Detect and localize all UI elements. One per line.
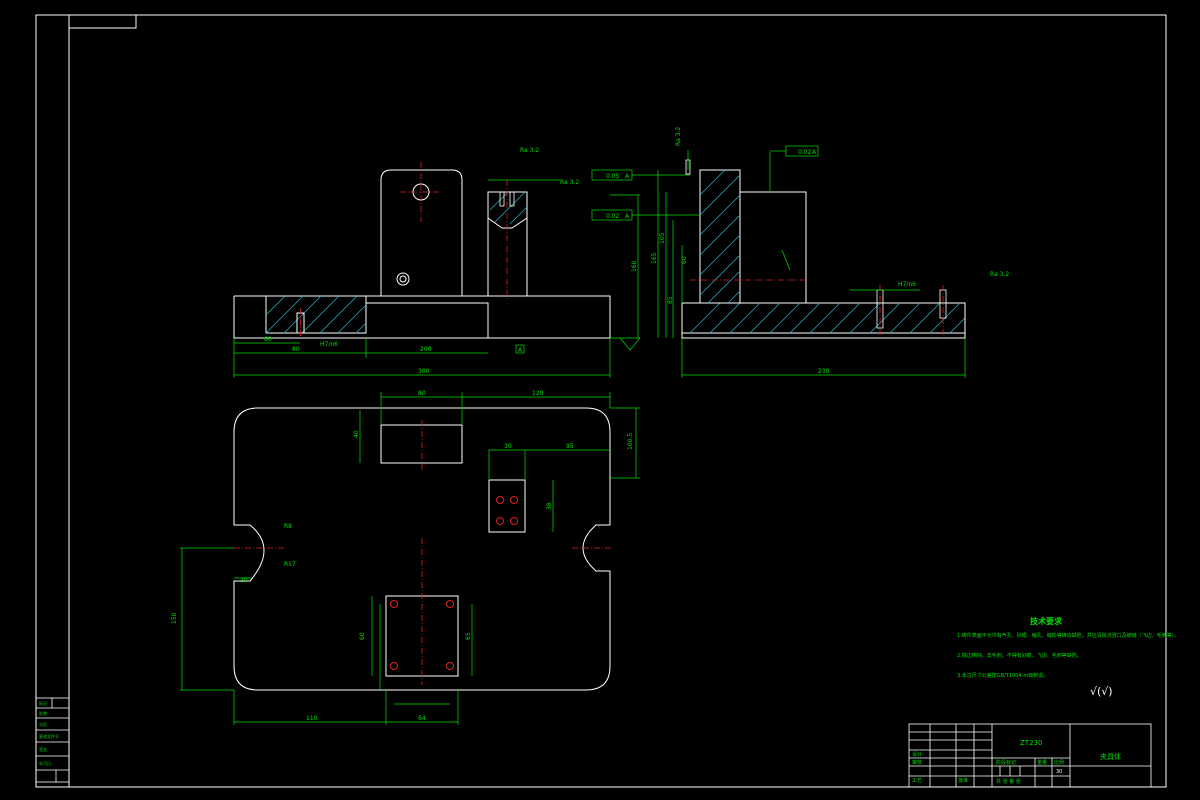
top-dim-r17: R17	[284, 561, 296, 568]
gdt-tol-c: 0.02	[798, 149, 812, 156]
rev-row-6: 年月日	[39, 760, 51, 766]
gdt-ref-c: A	[812, 149, 817, 156]
part-name: 夹具体	[1100, 752, 1121, 761]
side-view	[681, 159, 966, 339]
rev-row-4: 更改文件号	[39, 733, 59, 739]
tb-approve: 批准	[958, 777, 968, 784]
front-dim-ra: Ra 3.2	[560, 179, 579, 186]
tb-design: 设计	[912, 751, 922, 758]
tech-req-title: 技术要求	[1030, 616, 1063, 626]
tech-req-item-3: 3.未注尺寸公差按GB/T1804-m级制造。	[957, 672, 1048, 679]
top-view-dimensions	[180, 392, 640, 725]
gdt-tol-a: 0.05	[606, 173, 620, 180]
top-dim-h3: 40	[353, 430, 360, 438]
side-dim-h4: 60	[681, 256, 688, 264]
front-dim-b: 80	[292, 346, 300, 353]
front-dim-ra-2: Ra 3.2	[520, 147, 539, 154]
tb-scale-label: 比例	[1054, 759, 1064, 766]
rev-row-1: 标记	[39, 700, 47, 706]
top-dim-w: 30	[504, 443, 512, 450]
front-dim-fit: H7/n6	[320, 341, 338, 348]
top-dim-h: 38	[546, 502, 553, 510]
rev-row-5: 签名	[39, 746, 47, 752]
side-dim-width: 230	[818, 368, 830, 375]
top-dim-bottom2: 64	[418, 715, 426, 722]
top-dim-h2: 65	[465, 632, 472, 640]
top-dim-h1: 60	[359, 632, 366, 640]
top-dim-small: 20	[240, 577, 248, 584]
top-dim-a: 80	[418, 390, 426, 397]
tech-req-item-2: 2.锐边倒钝，去毛刺，不得有划痕、飞边、毛刺等缺陷。	[957, 652, 1082, 659]
rev-row-3: 分区	[39, 721, 47, 727]
datum-triangle	[619, 337, 641, 351]
roughness-symbol: √(√)	[1090, 685, 1113, 698]
side-dim-ra-2: Ra 3.2	[675, 127, 682, 146]
top-dim-r8: R8	[284, 523, 292, 530]
side-dim-h3: 85	[667, 296, 674, 304]
tech-requirements: 技术要求 1.铸件表面不允许有气孔、砂眼、缩孔、缩松等铸造缺陷，并应清除浇冒口及…	[957, 616, 1179, 698]
tb-stage: 阶段标记	[996, 759, 1016, 766]
top-dim-left: 150	[171, 612, 178, 624]
top-dim-bottom: 110	[306, 715, 318, 722]
front-dim-c: 200	[420, 346, 432, 353]
tb-weight: 重量	[1037, 759, 1047, 766]
title-block-text: ZT230 夹具体 设计 审核 工艺 批准 阶段标记 重量 比例 30 共 张 …	[912, 739, 1121, 785]
side-dim-h1: 165	[651, 252, 658, 264]
top-dim-b: 120	[532, 390, 544, 397]
gdt-ref-a: A	[625, 173, 630, 180]
gdt-ref-b: A	[625, 213, 630, 220]
front-view	[233, 162, 611, 339]
gdt-frames	[591, 145, 819, 221]
drawing-code: ZT230	[1020, 739, 1042, 747]
inner-border	[68, 14, 1167, 788]
front-view-dim-text: 300 60 80 200 160 H7/n6 Ra 3.2 Ra 3.2	[264, 147, 638, 375]
tb-sheet-total: 30	[1056, 769, 1062, 775]
rev-row-2: 处数	[39, 710, 47, 716]
tb-process: 工艺	[912, 778, 922, 784]
side-dim-ra: Ra 3.2	[990, 271, 1009, 278]
front-dim-a: 60	[264, 336, 272, 343]
top-dim-right: 100.5	[627, 433, 634, 450]
side-dim-fit: H7/n6	[898, 281, 916, 288]
tb-check: 审核	[912, 759, 922, 766]
outer-border	[35, 14, 1167, 788]
top-view-dim-text: 80 120 100.5 30 95 38 R8 R17 150 110 64 …	[171, 390, 634, 722]
top-left-code-box	[68, 14, 137, 29]
cad-drawing-sheet: 300 60 80 200 160 H7/n6 Ra 3.2 Ra 3.2 A	[35, 14, 1179, 788]
side-view-dimensions	[657, 150, 966, 378]
side-dim-h2: 105	[659, 232, 666, 244]
tb-sheet: 共 张 第 张	[996, 778, 1021, 785]
tech-req-item-1: 1.铸件表面不允许有气孔、砂眼、缩孔、缩松等铸造缺陷，并应清除浇冒口及披缝（飞边…	[957, 632, 1179, 639]
top-dim-w2: 95	[566, 443, 574, 450]
gdt-tol-b: 0.02	[606, 213, 620, 220]
front-dim-total: 300	[418, 368, 430, 375]
front-dim-height: 160	[631, 260, 638, 272]
